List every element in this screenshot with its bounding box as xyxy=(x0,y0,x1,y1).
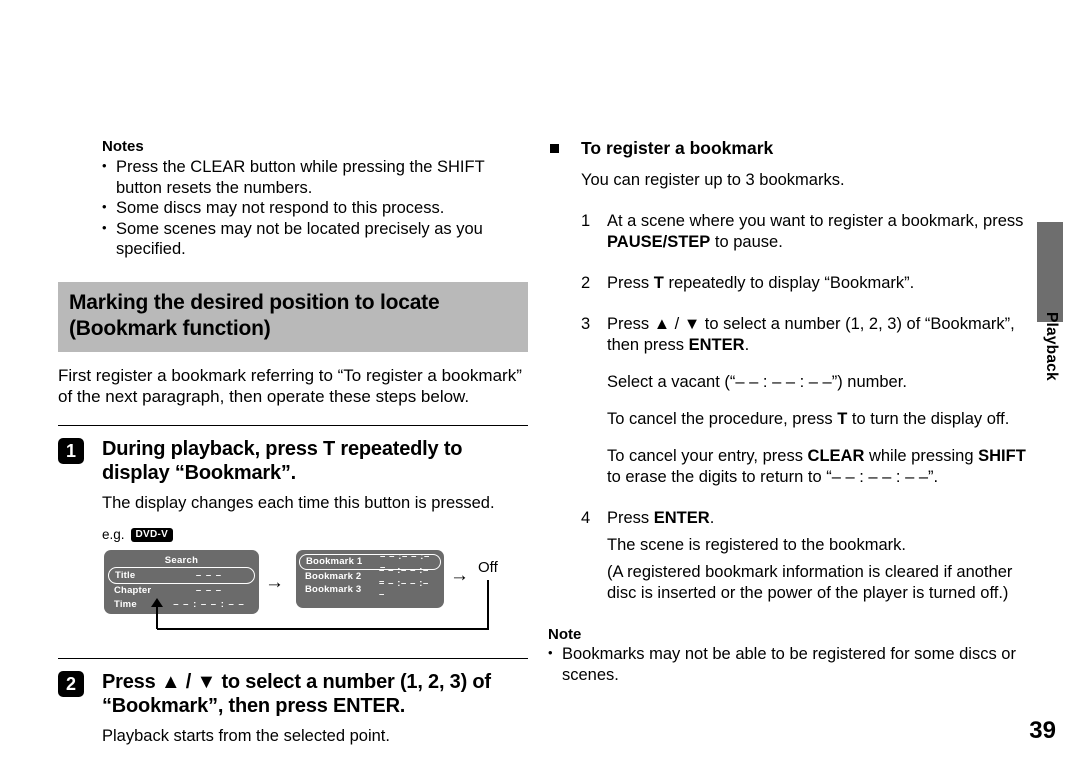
right-column: To register a bookmark You can register … xyxy=(548,138,1028,685)
loop-line-up xyxy=(156,604,158,629)
osd-row-label: Bookmark 2 xyxy=(305,570,362,582)
divider xyxy=(58,424,528,426)
side-tab-label: Playback xyxy=(1043,312,1060,381)
step-text-part1: Press ▲ / ▼ to select a number (1, 2, 3)… xyxy=(607,315,1015,354)
osd-row-chapter: Chapter – – – xyxy=(104,584,259,598)
step-1: 1 During playback, press T repeatedly to… xyxy=(58,437,528,514)
step-number-badge: 1 xyxy=(58,437,84,464)
osd-bookmark-panel: Bookmark 1 – – :– – :– – Bookmark 2 – – … xyxy=(296,549,444,608)
step-text-part2: repeatedly to display “Bookmark”. xyxy=(663,274,915,292)
notes-block: Notes Press the CLEAR button while press… xyxy=(58,138,528,260)
step-text-part2: . xyxy=(744,336,750,354)
arrow-right-icon: → xyxy=(265,571,284,593)
step-4-note-registered: The scene is registered to the bookmark. xyxy=(607,536,906,554)
note-block: Note Bookmarks may not be able to be reg… xyxy=(548,626,1028,685)
step-text-bold1: ENTER xyxy=(688,336,745,354)
text-pre: To cancel the procedure, press xyxy=(607,410,838,428)
step-text-bold1: T xyxy=(653,274,664,292)
section-heading: Marking the desired position to locate (… xyxy=(58,281,528,352)
text-bold-clear: CLEAR xyxy=(807,447,865,465)
list-item: Bookmarks may not be able to be register… xyxy=(548,643,1028,685)
step-text-part2: . xyxy=(709,509,715,527)
osd-bookmark-row-3: Bookmark 3 – – :– – :– – xyxy=(296,578,444,600)
step-description: Playback starts from the selected point. xyxy=(102,726,390,745)
list-item: Press the CLEAR button while pressing th… xyxy=(102,156,528,198)
text-bold-shift: SHIFT xyxy=(978,447,1026,465)
step-3-note-cancel-procedure: To cancel the procedure, press T to turn… xyxy=(607,409,1028,430)
osd-row-label: Bookmark 3 xyxy=(305,583,362,595)
step-text-part1: At a scene where you want to register a … xyxy=(607,212,1024,230)
osd-search-title: Search xyxy=(164,554,199,566)
step-3-note-cancel-entry: To cancel your entry, press CLEAR while … xyxy=(607,446,1028,488)
register-step-3: 3 Press ▲ / ▼ to select a number (1, 2, … xyxy=(581,314,1028,356)
osd-row-value: – – – xyxy=(195,585,223,596)
osd-row-value: – – – xyxy=(195,569,223,581)
subsection-intro: You can register up to 3 bookmarks. xyxy=(581,171,845,189)
osd-off-label: Off xyxy=(478,558,498,576)
osd-row-value: – – : – – : – – xyxy=(173,599,245,610)
step-number-badge: 2 xyxy=(58,670,84,697)
list-item: Some discs may not respond to this proce… xyxy=(102,197,528,219)
step-number: 3 xyxy=(581,315,591,333)
register-step-4: 4 Press ENTER. xyxy=(581,508,1028,529)
osd-row-label: Chapter xyxy=(114,585,152,596)
arrow-up-icon xyxy=(151,597,163,607)
divider xyxy=(58,657,528,659)
section-intro-paragraph: First register a bookmark referring to “… xyxy=(58,365,522,407)
step-text-bold1: PAUSE/STEP xyxy=(607,233,711,251)
step-number: 4 xyxy=(581,509,591,527)
osd-row-time: Time – – : – – : – – xyxy=(104,598,259,612)
subsection-heading: To register a bookmark xyxy=(548,138,1028,159)
step-3-note-vacant: Select a vacant (“– – : – – : – –”) numb… xyxy=(607,373,907,391)
page-number: 39 xyxy=(1029,717,1056,744)
osd-row-title: Title – – – xyxy=(108,566,255,584)
step-text-bold1: ENTER xyxy=(653,509,710,527)
step-number: 2 xyxy=(581,274,591,292)
step-4-note-cleared: (A registered bookmark information is cl… xyxy=(607,563,1013,602)
osd-row-label: Bookmark 1 xyxy=(306,556,363,567)
text-mid: while pressing xyxy=(864,447,979,465)
osd-row-value: – – :– – :– – xyxy=(379,578,429,600)
step-text-part2: to pause. xyxy=(710,233,783,251)
text-pre: To cancel your entry, press xyxy=(607,447,808,465)
step-2: 2 Press ▲ / ▼ to select a number (1, 2, … xyxy=(58,670,528,747)
loop-line-vertical xyxy=(487,579,489,630)
disc-type-badge: DVD-V xyxy=(130,527,174,542)
step-text-part1: Press xyxy=(607,274,654,292)
notes-title: Notes xyxy=(102,138,144,155)
list-item: Some scenes may not be located precisely… xyxy=(102,218,528,260)
manual-page: Notes Press the CLEAR button while press… xyxy=(0,0,1080,763)
osd-row-label: Title xyxy=(115,569,136,581)
step-title: Press ▲ / ▼ to select a number (1, 2, 3)… xyxy=(102,670,491,718)
example-label-row: e.g. DVD-V xyxy=(102,526,522,544)
note-title: Note xyxy=(548,626,582,643)
step-title: During playback, press T repeatedly to d… xyxy=(102,437,463,485)
osd-search-panel: Search Title – – – Chapter – – – Time – … xyxy=(104,549,259,614)
register-step-2: 2 Press T repeatedly to display “Bookmar… xyxy=(581,273,1028,294)
eg-label: e.g. xyxy=(102,527,125,542)
step-number: 1 xyxy=(581,212,591,230)
loop-line-horizontal xyxy=(157,627,489,630)
side-tab-marker xyxy=(1037,222,1063,322)
text-post: to erase the digits to return to “– – : … xyxy=(607,468,939,486)
left-column: Notes Press the CLEAR button while press… xyxy=(58,138,528,747)
osd-display-figure: e.g. DVD-V Search Title – – – Chapter – … xyxy=(102,526,522,641)
note-list: Bookmarks may not be able to be register… xyxy=(548,643,1028,685)
notes-list: Press the CLEAR button while pressing th… xyxy=(58,156,528,260)
step-text-part1: Press xyxy=(607,509,654,527)
register-step-1: 1 At a scene where you want to register … xyxy=(581,211,1028,253)
text-bold: T xyxy=(837,410,848,428)
arrow-right-icon: → xyxy=(450,564,469,586)
step-description: The display changes each time this butto… xyxy=(102,493,495,512)
text-post: to turn the display off. xyxy=(847,410,1010,428)
